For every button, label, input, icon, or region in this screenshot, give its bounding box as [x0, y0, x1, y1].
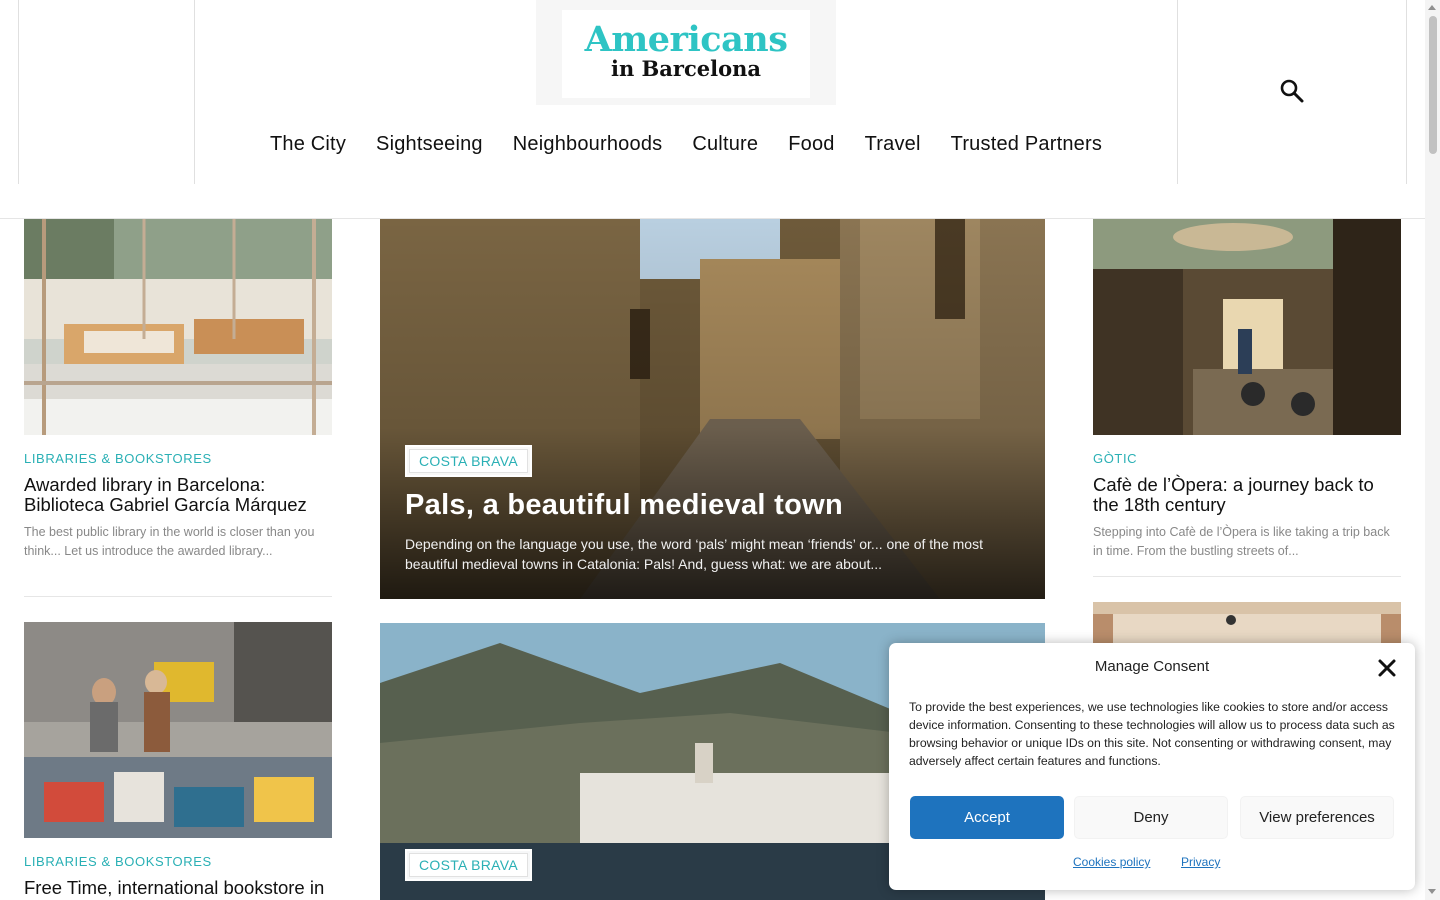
- view-preferences-button[interactable]: View preferences: [1240, 796, 1394, 839]
- site-logo[interactable]: Americans in Barcelona: [536, 0, 836, 105]
- privacy-link[interactable]: Privacy: [1181, 855, 1220, 869]
- article-card[interactable]: GÒTIC Cafè de l’Òpera: a journey back to…: [1093, 219, 1401, 561]
- nav-item-neighbourhoods[interactable]: Neighbourhoods: [498, 130, 678, 158]
- category-tag-label[interactable]: COSTA BRAVA: [409, 853, 528, 877]
- category-tag[interactable]: COSTA BRAVA: [405, 849, 532, 881]
- featured-article-excerpt: Depending on the language you use, the w…: [405, 536, 983, 572]
- article-excerpt: The best public library in the world is …: [24, 525, 315, 558]
- category-tag[interactable]: COSTA BRAVA: [405, 445, 532, 477]
- article-image-bookstore[interactable]: [24, 622, 332, 838]
- article-title[interactable]: Awarded library in Barcelona: Biblioteca…: [24, 475, 332, 515]
- category-tag-label[interactable]: COSTA BRAVA: [409, 449, 528, 473]
- nav-item-food[interactable]: Food: [773, 130, 849, 158]
- accept-button[interactable]: Accept: [910, 796, 1064, 839]
- article-category[interactable]: GÒTIC: [1093, 452, 1401, 466]
- article-excerpt: Stepping into Cafè de l’Òpera is like ta…: [1093, 525, 1390, 558]
- nav-item-trusted-partners[interactable]: Trusted Partners: [936, 130, 1117, 158]
- main-nav: The City Sightseeing Neighbourhoods Cult…: [0, 130, 1372, 158]
- scrollbar-thumb[interactable]: [1429, 16, 1437, 154]
- site-header: Americans in Barcelona The City Sightsee…: [0, 0, 1425, 219]
- consent-dialog: Manage Consent To provide the best exper…: [889, 643, 1415, 890]
- nav-item-sightseeing[interactable]: Sightseeing: [361, 130, 498, 158]
- article-image-library[interactable]: [24, 219, 332, 435]
- cookies-policy-link[interactable]: Cookies policy: [1073, 855, 1150, 869]
- consent-text: To provide the best experiences, we use …: [909, 700, 1395, 768]
- header-divider: [1406, 0, 1407, 184]
- article-card[interactable]: LIBRARIES & BOOKSTORES Awarded library i…: [24, 219, 332, 561]
- consent-title: Manage Consent: [1094, 658, 1210, 675]
- search-icon[interactable]: [1279, 78, 1305, 104]
- deny-button[interactable]: Deny: [1074, 796, 1228, 839]
- article-card[interactable]: LIBRARIES & BOOKSTORES Free Time, intern…: [24, 622, 332, 900]
- scroll-up-icon[interactable]: [1428, 5, 1436, 10]
- logo-box[interactable]: Americans in Barcelona: [562, 10, 810, 98]
- article-title[interactable]: Free Time, international bookstore in Ba…: [24, 878, 332, 900]
- logo-subtitle: in Barcelona: [611, 56, 761, 81]
- article-category[interactable]: LIBRARIES & BOOKSTORES: [24, 855, 332, 869]
- featured-article-title[interactable]: Pals, a beautiful medieval town: [405, 489, 843, 522]
- nav-item-the-city[interactable]: The City: [255, 130, 361, 158]
- logo-title: Americans: [584, 19, 788, 60]
- close-icon[interactable]: [1376, 657, 1398, 679]
- article-image-cafe-opera[interactable]: [1093, 219, 1401, 435]
- nav-item-culture[interactable]: Culture: [677, 130, 773, 158]
- nav-item-travel[interactable]: Travel: [850, 130, 936, 158]
- article-category[interactable]: LIBRARIES & BOOKSTORES: [24, 452, 332, 466]
- article-title[interactable]: Cafè de l’Òpera: a journey back to the 1…: [1093, 475, 1401, 515]
- page-scrollbar[interactable]: [1425, 0, 1440, 900]
- scroll-down-icon[interactable]: [1428, 889, 1436, 894]
- card-divider: [24, 596, 332, 597]
- card-divider: [1093, 576, 1401, 577]
